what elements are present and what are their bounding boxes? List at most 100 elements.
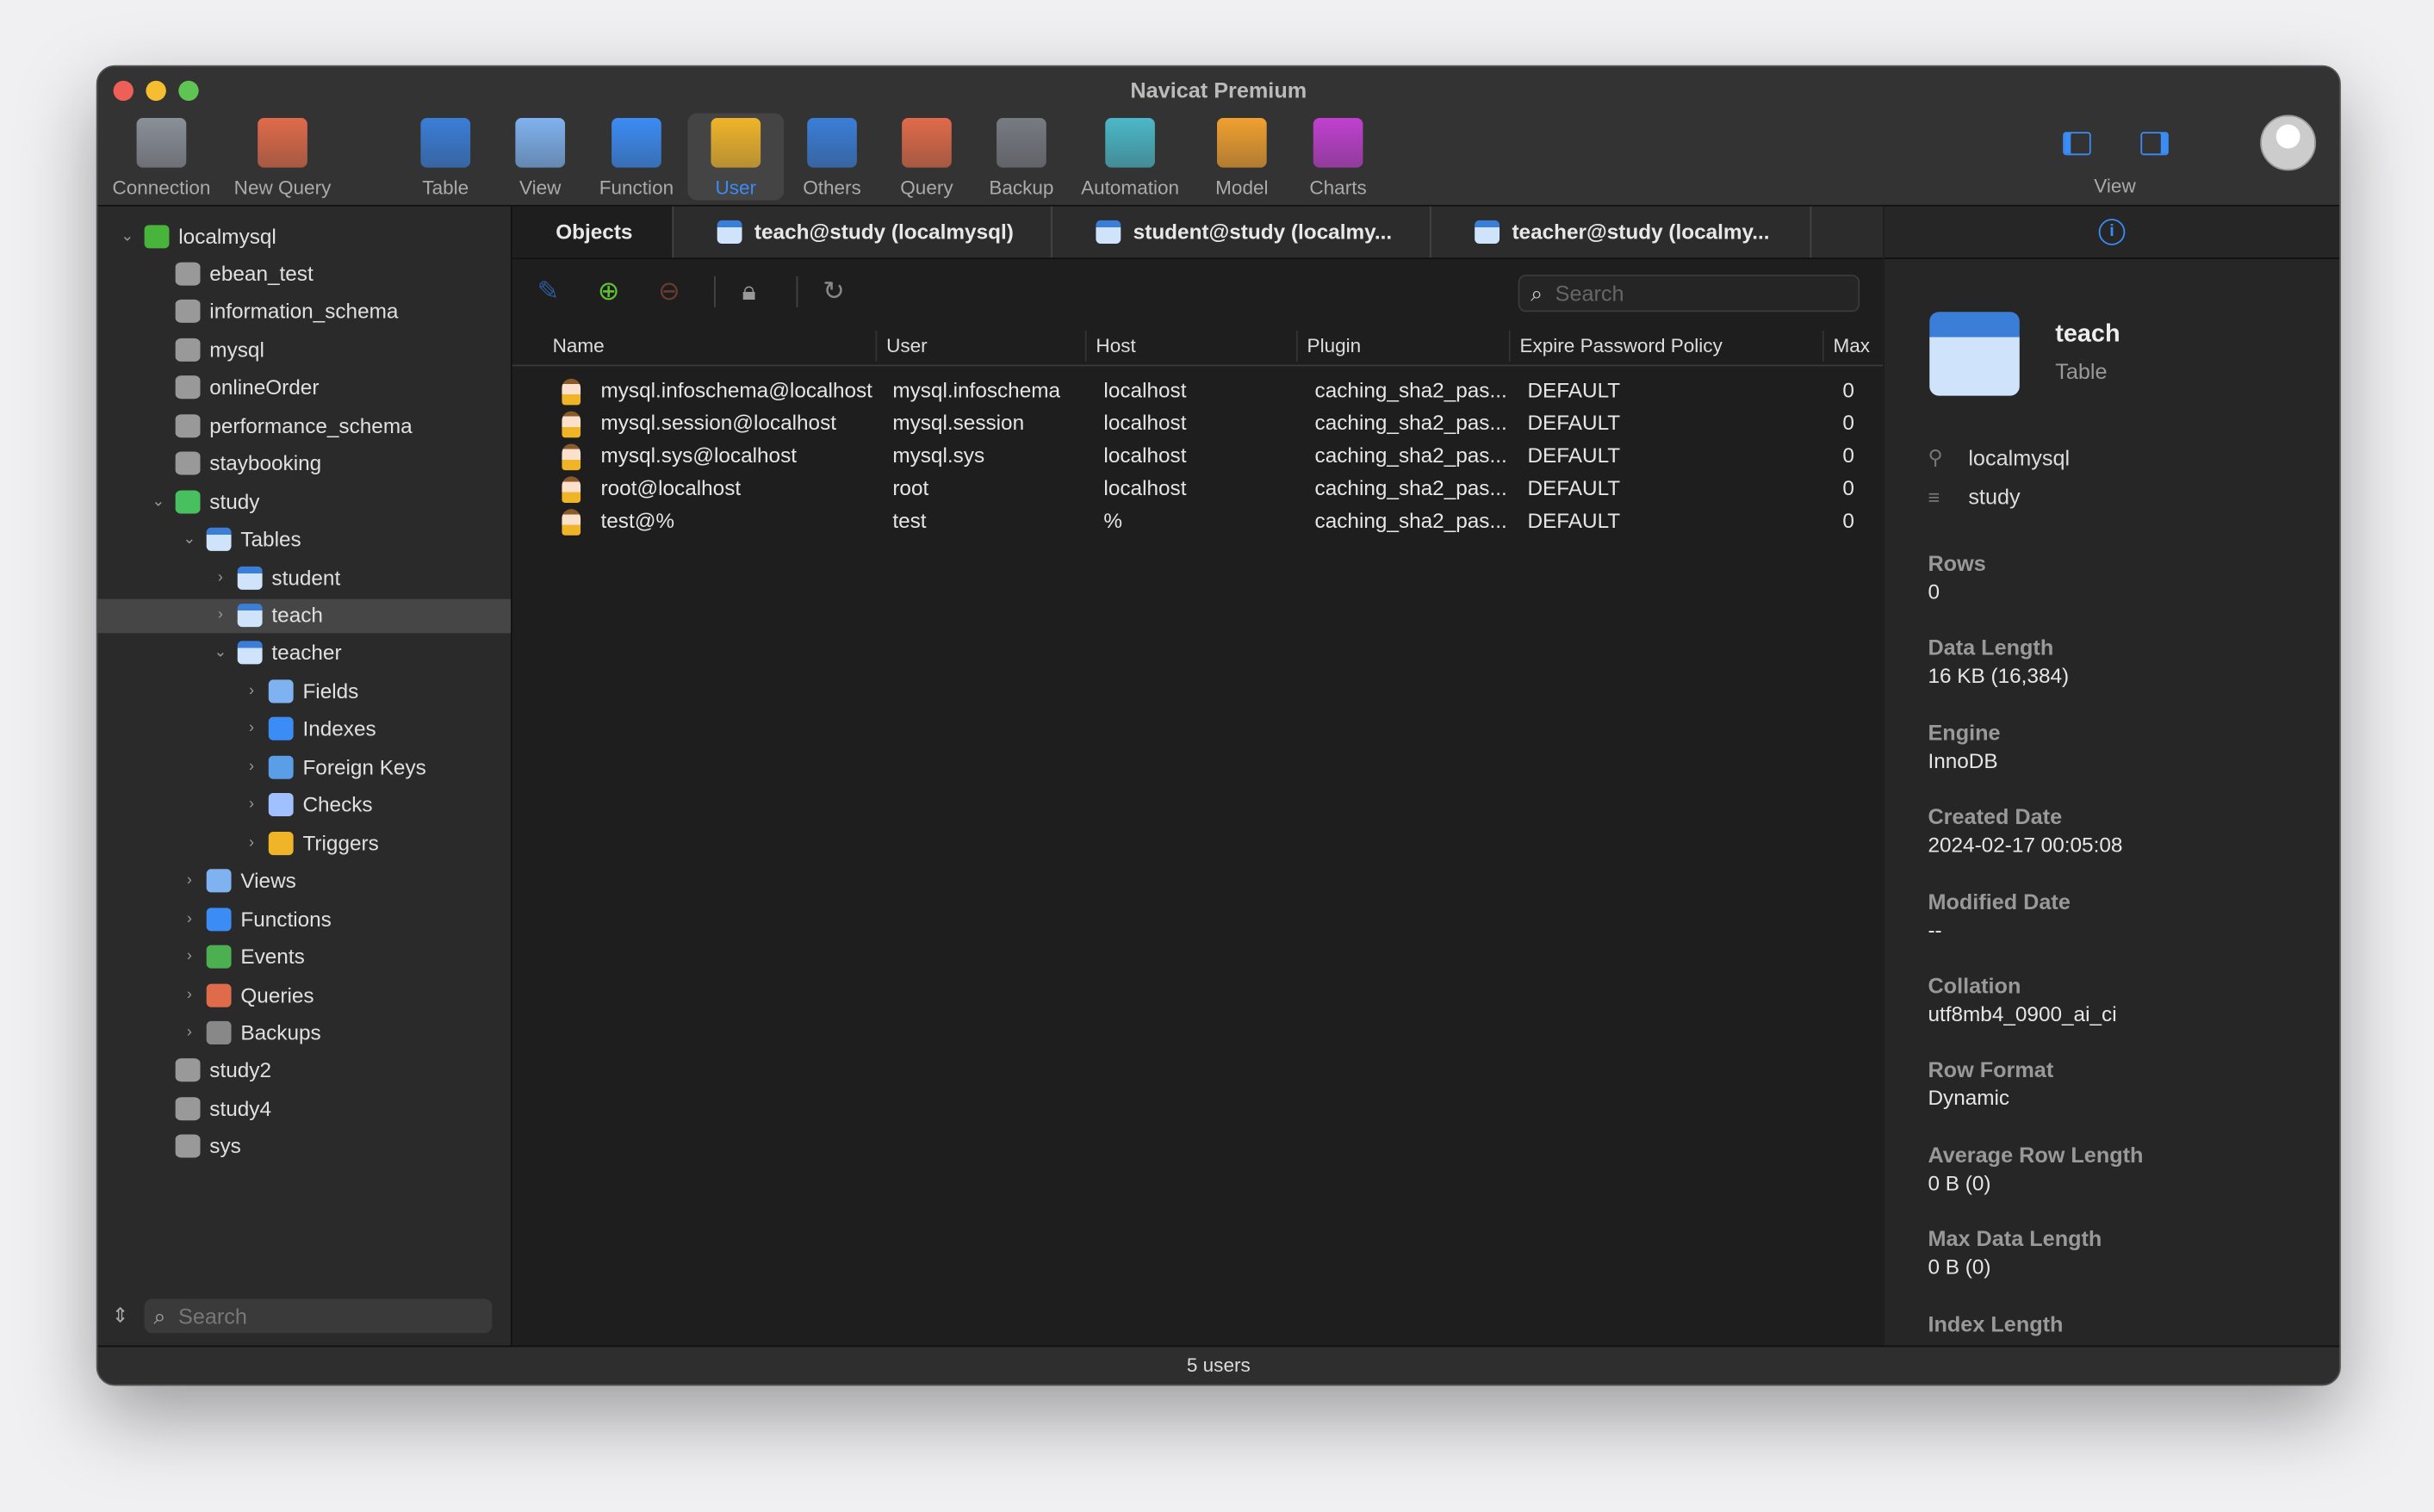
- info-connection: ⚲ localmysql: [1928, 445, 2071, 471]
- backups-icon: [206, 1020, 232, 1044]
- toolbar-charts-button[interactable]: Charts: [1290, 114, 1387, 201]
- info-property: Row Format Dynamic: [1928, 1057, 2054, 1111]
- fields-icon: [268, 679, 294, 703]
- sidebar-item-backups[interactable]: › Backups: [178, 1015, 321, 1050]
- info-name: teach: [2055, 321, 2120, 348]
- chevron-down-icon[interactable]: ⌄: [116, 227, 138, 245]
- tab-objects[interactable]: Objects: [512, 206, 674, 258]
- events-icon: [206, 945, 232, 969]
- chevron-right-icon[interactable]: ›: [240, 834, 262, 852]
- toolbar-view-button[interactable]: View: [492, 114, 588, 201]
- chevron-right-icon[interactable]: ›: [240, 759, 262, 776]
- sidebar-item-student[interactable]: › student: [209, 561, 340, 595]
- column-header-user[interactable]: User: [875, 330, 928, 362]
- table-row[interactable]: root@localhost root localhost caching_sha2_…: [512, 474, 1883, 506]
- filter-icon[interactable]: ⇕: [112, 1304, 129, 1329]
- delete-user-button[interactable]: ⊖: [658, 276, 680, 307]
- sidebar-item-mysql[interactable]: mysql: [147, 332, 264, 367]
- tbl-icon: [237, 604, 263, 628]
- chevron-right-icon[interactable]: ›: [209, 569, 231, 586]
- sidebar-search-input[interactable]: ⌕ Search: [144, 1298, 493, 1334]
- tab-teach[interactable]: teach@study (localmysql): [674, 206, 1052, 258]
- sidebar-item-sys[interactable]: sys: [147, 1130, 241, 1164]
- cell: mysql.session: [892, 411, 1025, 435]
- sidebar-item-checks[interactable]: › Checks: [240, 788, 373, 822]
- chevron-right-icon[interactable]: ›: [178, 986, 200, 1003]
- sidebar-item-staybooking[interactable]: staybooking: [147, 446, 321, 480]
- table-row[interactable]: test@% test% caching_sha2_pas... DEFAULT 0: [512, 506, 1883, 539]
- sidebar-item-study2[interactable]: study2: [147, 1054, 271, 1088]
- table-row[interactable]: mysql.session@localhost mysql.session loca…: [512, 408, 1883, 441]
- cell: caching_sha2_pas...: [1314, 378, 1507, 402]
- chevron-right-icon[interactable]: ›: [178, 1024, 200, 1041]
- toolbar-backup-button[interactable]: Backup: [973, 114, 1070, 201]
- sidebar-item-performance_schema[interactable]: performance_schema: [147, 408, 413, 443]
- chevron-right-icon[interactable]: ›: [240, 796, 262, 814]
- column-header-expire-password-policy[interactable]: Expire Password Policy: [1508, 330, 1723, 362]
- sidebar-item-functions[interactable]: › Functions: [178, 902, 332, 936]
- database-icon: ≡: [1928, 485, 1940, 509]
- table-row[interactable]: mysql.infoschema@localhost mysql.infosche…: [512, 375, 1883, 408]
- column-header-max[interactable]: Max: [1822, 330, 1870, 362]
- view-icon: [515, 117, 566, 168]
- sidebar-item-tables[interactable]: ⌄ Tables: [178, 523, 301, 557]
- toolbar-function-button[interactable]: Function: [588, 114, 685, 201]
- navigation-sidebar: ⌄ localmysql ebean_test information_schema m…: [97, 206, 512, 1346]
- tab-teacher[interactable]: teacher@study (localmy...: [1431, 206, 1812, 258]
- toggle-sidebar-button[interactable]: [2063, 132, 2091, 156]
- chevron-down-icon[interactable]: ⌄: [147, 493, 169, 510]
- toolbar-model-button[interactable]: Model: [1194, 114, 1290, 201]
- edit-user-button[interactable]: ✎: [537, 276, 560, 307]
- toolbar-user-button[interactable]: User: [687, 113, 785, 201]
- sidebar-item-fields[interactable]: › Fields: [240, 674, 358, 709]
- info-icon[interactable]: i: [2098, 219, 2126, 245]
- chevron-right-icon[interactable]: ›: [240, 721, 262, 738]
- chevron-right-icon[interactable]: ›: [240, 683, 262, 700]
- tab-student[interactable]: student@study (localmy...: [1052, 206, 1431, 258]
- fk-icon: [268, 755, 294, 779]
- connection-icon: [144, 224, 170, 248]
- chevron-right-icon[interactable]: ›: [178, 872, 200, 889]
- chevron-right-icon[interactable]: ›: [209, 607, 231, 624]
- column-header-plugin[interactable]: Plugin: [1295, 330, 1361, 362]
- sidebar-item-information_schema[interactable]: information_schema: [147, 294, 398, 329]
- toolbar-table-button[interactable]: Table: [397, 114, 494, 201]
- chevron-right-icon[interactable]: ›: [178, 910, 200, 927]
- avatar[interactable]: [2260, 115, 2317, 171]
- add-user-button[interactable]: ⊕: [598, 276, 620, 307]
- toolbar-query-button[interactable]: Query: [879, 114, 975, 201]
- db-icon: [175, 300, 201, 324]
- objects-search-input[interactable]: ⌕ Search: [1518, 275, 1860, 313]
- chevron-right-icon[interactable]: ›: [178, 948, 200, 965]
- sidebar-item-foreign-keys[interactable]: › Foreign Keys: [240, 750, 426, 784]
- toolbar-new-query-button[interactable]: New Query: [234, 114, 331, 201]
- sidebar-item-localmysql[interactable]: ⌄ localmysql: [116, 219, 276, 253]
- cell: DEFAULT: [1527, 443, 1621, 468]
- toolbar-connection-button[interactable]: Connection: [112, 114, 210, 201]
- chevron-down-icon[interactable]: ⌄: [178, 531, 200, 548]
- toolbar-others-button[interactable]: Others: [784, 114, 880, 201]
- new-query-icon: [258, 117, 307, 168]
- toolbar-automation-button[interactable]: Automation: [1076, 114, 1184, 201]
- sidebar-item-study[interactable]: ⌄ study: [147, 485, 259, 519]
- sidebar-item-study4[interactable]: study4: [147, 1092, 271, 1126]
- sidebar-item-queries[interactable]: › Queries: [178, 977, 314, 1012]
- info-property: Average Row Length 0 B (0): [1928, 1142, 2144, 1195]
- sidebar-item-indexes[interactable]: › Indexes: [240, 712, 376, 747]
- refresh-button[interactable]: ↻: [823, 276, 845, 307]
- privilege-manager-button[interactable]: 🔒︎: [742, 276, 755, 307]
- toggle-info-panel-button[interactable]: [2140, 132, 2169, 156]
- triggers-icon: [268, 831, 294, 855]
- sidebar-item-events[interactable]: › Events: [178, 939, 305, 974]
- sidebar-item-triggers[interactable]: › Triggers: [240, 826, 379, 860]
- sidebar-item-teacher[interactable]: ⌄ teacher: [209, 636, 342, 671]
- sidebar-item-ebean_test[interactable]: ebean_test: [147, 257, 314, 291]
- sidebar-item-onlineorder[interactable]: onlineOrder: [147, 370, 319, 405]
- table-row[interactable]: mysql.sys@localhost mysql.sys localhost cac…: [512, 441, 1883, 474]
- charts-icon: [1313, 117, 1363, 168]
- sidebar-item-teach[interactable]: › teach: [97, 598, 511, 633]
- column-header-name[interactable]: Name: [543, 331, 605, 362]
- sidebar-item-views[interactable]: › Views: [178, 864, 296, 898]
- column-header-host[interactable]: Host: [1084, 330, 1136, 362]
- chevron-down-icon[interactable]: ⌄: [209, 645, 231, 662]
